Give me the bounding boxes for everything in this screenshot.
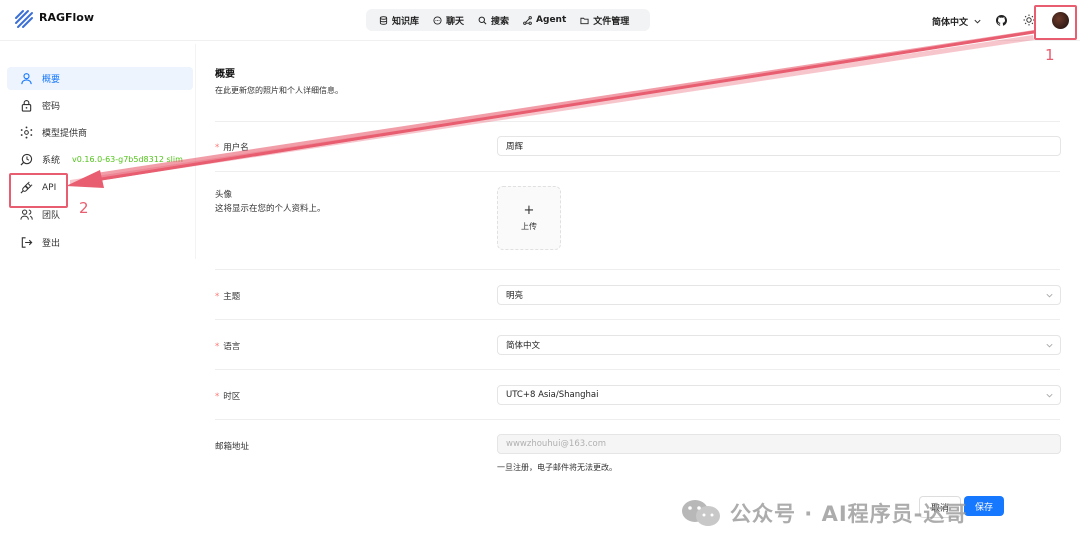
- annotation-arrow: [66, 30, 1035, 188]
